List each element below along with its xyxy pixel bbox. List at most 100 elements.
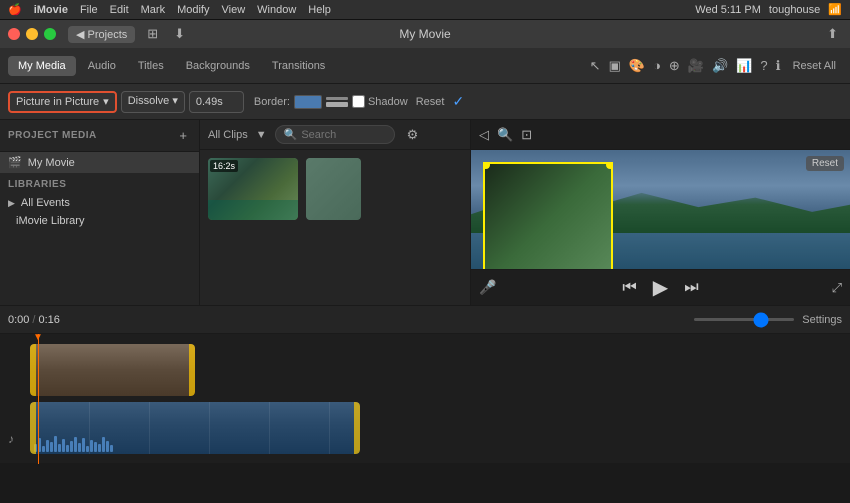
audio-adj-icon[interactable]: 🔊: [710, 56, 730, 76]
tab-my-media[interactable]: My Media: [8, 56, 76, 76]
clip1-right-handle[interactable]: [189, 344, 195, 396]
timeline-clip-2[interactable]: [30, 402, 360, 454]
dissolve-chevron-icon: ▾: [172, 95, 178, 107]
play-button[interactable]: ▶: [653, 275, 668, 300]
pip-toolbar: Picture in Picture ▾ Dissolve ▾ Border: …: [0, 84, 850, 120]
my-movie-item[interactable]: 🎬 My Movie: [0, 152, 199, 173]
info-icon[interactable]: ℹ: [774, 56, 783, 76]
mic-icon[interactable]: 🎤: [479, 279, 496, 296]
border-width-options[interactable]: [326, 97, 348, 107]
menubar-modify[interactable]: Modify: [177, 4, 209, 16]
settings-button[interactable]: Settings: [802, 314, 842, 326]
zoom-slider[interactable]: [694, 318, 794, 321]
timeline-header: 0:00 / 0:16 Settings: [0, 306, 850, 334]
question-icon[interactable]: ?: [758, 56, 769, 75]
clips-header: All Clips ▼ 🔍 ⚙: [200, 120, 470, 150]
pip-chevron-icon: ▾: [103, 95, 109, 108]
preview-reset-button[interactable]: Reset: [806, 156, 844, 171]
my-movie-label: My Movie: [28, 157, 75, 169]
project-media-header: PROJECT MEDIA +: [0, 120, 199, 152]
search-input[interactable]: [301, 129, 371, 141]
chart-icon[interactable]: 📊: [734, 56, 754, 76]
crop-icon[interactable]: ▣: [607, 56, 623, 76]
clip2-right-handle[interactable]: [354, 402, 360, 454]
tab-backgrounds[interactable]: Backgrounds: [176, 56, 260, 76]
preview-toolbar: ◁ 🔍 ⊡: [471, 120, 850, 150]
forward-button[interactable]: ⏭: [684, 279, 698, 297]
minimize-button[interactable]: [26, 28, 38, 40]
titlebar: ◀ Projects ⊞ ⬇ My Movie ⬆: [0, 20, 850, 48]
border-color-button[interactable]: [294, 95, 322, 109]
add-media-icon[interactable]: +: [175, 126, 191, 145]
thick-border-option[interactable]: [326, 102, 348, 107]
clip-item-1[interactable]: 16:2s: [208, 158, 298, 220]
reset-all-button[interactable]: Reset All: [787, 58, 842, 74]
pip-window[interactable]: [483, 162, 613, 269]
confirm-checkmark-icon[interactable]: ✓: [452, 93, 464, 110]
shadow-checkbox[interactable]: [352, 95, 365, 108]
filter-clips-icon[interactable]: ▼: [256, 129, 267, 141]
menubar-time: Wed 5:11 PM: [695, 4, 761, 16]
window-title: My Movie: [399, 27, 450, 41]
imovie-library-item[interactable]: iMovie Library: [0, 212, 199, 230]
music-note-icon: ♪: [8, 432, 14, 446]
rewind-button[interactable]: ⏮: [622, 279, 636, 297]
menubar-mark[interactable]: Mark: [141, 4, 165, 16]
menubar-file[interactable]: File: [80, 4, 98, 16]
tab-titles[interactable]: Titles: [128, 56, 174, 76]
reset-button[interactable]: Reset: [412, 94, 449, 110]
timeline-content: ♪: [0, 334, 850, 464]
dissolve-label: Dissolve: [128, 95, 170, 107]
menubar: 🍎 iMovie File Edit Mark Modify View Wind…: [0, 0, 850, 20]
close-button[interactable]: [8, 28, 20, 40]
menubar-imovie[interactable]: iMovie: [34, 4, 68, 16]
total-time: 0:16: [38, 314, 59, 326]
preview-area: Reset: [471, 150, 850, 269]
pip-handle-tr[interactable]: [606, 162, 613, 169]
menubar-wifi-icon: 📶: [828, 3, 842, 16]
all-events-item[interactable]: ▶ All Events: [0, 194, 199, 212]
project-media-label: PROJECT MEDIA: [8, 130, 97, 141]
cursor-icon[interactable]: ↖: [588, 56, 603, 76]
tab-audio[interactable]: Audio: [78, 56, 126, 76]
preview-panel: ◁ 🔍 ⊡ Reset: [470, 120, 850, 305]
playhead[interactable]: [38, 334, 39, 464]
window-controls: [8, 28, 56, 40]
timeline-clip-1[interactable]: [30, 344, 195, 396]
search-box: 🔍: [275, 125, 395, 144]
download-icon[interactable]: ⬇: [170, 24, 189, 44]
prev-frame-icon[interactable]: ◁: [479, 127, 489, 143]
menubar-help[interactable]: Help: [308, 4, 331, 16]
menubar-apple[interactable]: 🍎: [8, 3, 22, 16]
playback-controls: 🎤 ⏮ ▶ ⏭ ⤢: [471, 269, 850, 305]
current-time: 0:00: [8, 314, 29, 326]
timeline: 0:00 / 0:16 Settings ♪: [0, 305, 850, 463]
video-icon[interactable]: 🎥: [686, 56, 706, 76]
zoom-in-icon[interactable]: 🔍: [497, 127, 513, 143]
shadow-checkbox-label[interactable]: Shadow: [352, 95, 408, 108]
toggle-view-icon[interactable]: ⊞: [143, 24, 162, 44]
time-separator: /: [32, 314, 35, 326]
clip1-left-handle[interactable]: [30, 344, 36, 396]
clips-area: All Clips ▼ 🔍 ⚙ 16:2s: [200, 120, 470, 305]
projects-button[interactable]: ◀ Projects: [68, 26, 135, 43]
left-panel: PROJECT MEDIA + 🎬 My Movie LIBRARIES ▶ A…: [0, 120, 200, 305]
tab-transitions[interactable]: Transitions: [262, 56, 335, 76]
fit-icon[interactable]: ⊡: [521, 127, 532, 143]
menubar-view[interactable]: View: [222, 4, 246, 16]
fullscreen-icon[interactable]: ⤢: [832, 280, 842, 296]
pip-mode-select[interactable]: Picture in Picture ▾: [8, 91, 117, 113]
menubar-edit[interactable]: Edit: [110, 4, 129, 16]
filter-icon[interactable]: ◑: [651, 56, 663, 75]
color-icon[interactable]: 🎨: [627, 56, 647, 76]
menubar-window[interactable]: Window: [257, 4, 296, 16]
clip2-left-handle[interactable]: [30, 402, 36, 454]
stabilize-icon[interactable]: ⊕: [667, 56, 682, 76]
share-icon[interactable]: ⬆: [823, 24, 842, 44]
maximize-button[interactable]: [44, 28, 56, 40]
import-icon[interactable]: ⚙: [403, 125, 423, 145]
thin-border-option[interactable]: [326, 97, 348, 100]
duration-input[interactable]: [189, 91, 244, 113]
dissolve-select[interactable]: Dissolve ▾: [121, 91, 185, 113]
clip-item-2[interactable]: [306, 158, 361, 220]
